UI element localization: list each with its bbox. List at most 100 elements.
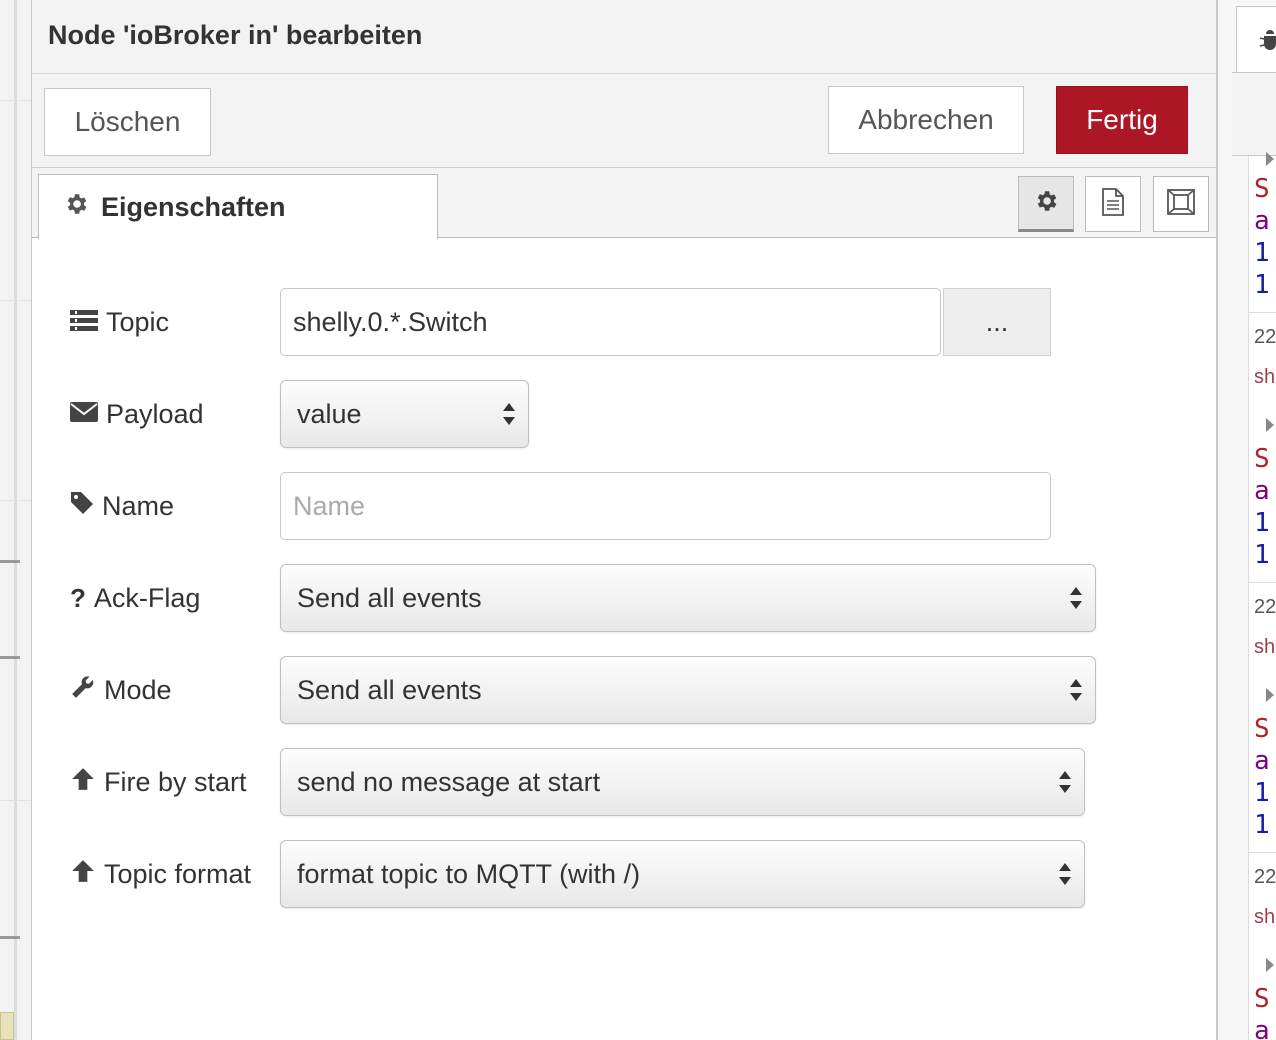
sidebar-toolbar	[1232, 72, 1276, 156]
name-field[interactable]	[280, 472, 1051, 540]
list-icon	[70, 307, 98, 338]
log-separator	[1248, 852, 1276, 853]
tab-properties[interactable]: Eigenschaften	[38, 174, 438, 239]
expand-triangle-icon[interactable]	[1266, 958, 1274, 972]
log-fragment: 22	[1254, 866, 1276, 888]
log-fragment: S	[1254, 444, 1270, 474]
fire-by-start-label: Fire by start	[70, 748, 247, 816]
appearance-tab-button[interactable]	[1153, 176, 1209, 232]
topic-row: Topic ...	[32, 288, 1218, 356]
log-fragment: 1	[1254, 540, 1270, 570]
gear-icon	[63, 191, 89, 224]
sidebar-tab[interactable]	[1236, 6, 1276, 72]
expand-triangle-icon[interactable]	[1266, 152, 1274, 166]
tray-title: Node 'ioBroker in' bearbeiten	[48, 20, 423, 50]
log-separator	[1248, 582, 1276, 583]
log-fragment: 1	[1254, 270, 1270, 300]
ack-flag-select-value: Send all events	[297, 582, 482, 613]
payload-label: Payload	[70, 380, 204, 448]
tab-properties-label: Eigenschaften	[101, 191, 286, 222]
tag-icon	[70, 491, 94, 522]
gear-icon	[1033, 188, 1059, 219]
workspace-edge	[14, 0, 17, 1040]
debug-sidebar: Sa 1 1 22 sh Sa 1 1 22 sh Sa 1 1 22 sh Sa	[1218, 0, 1276, 1040]
log-fragment: sh	[1254, 906, 1276, 928]
topic-format-select[interactable]: format topic to MQTT (with /)	[280, 840, 1085, 908]
ack-flag-row: ? Ack-Flag Send all events	[32, 564, 1218, 632]
tray-header: Node 'ioBroker in' bearbeiten	[32, 0, 1216, 74]
mode-select-value: Send all events	[297, 674, 482, 705]
topic-field[interactable]	[280, 288, 941, 356]
wrench-icon	[70, 674, 96, 707]
question-icon: ?	[70, 582, 86, 613]
grid-line	[0, 800, 31, 801]
log-fragment: 1	[1254, 508, 1270, 538]
flow-wire	[0, 656, 20, 659]
workspace-canvas[interactable]	[0, 0, 32, 1040]
grid-line	[0, 300, 31, 301]
ack-flag-label: ? Ack-Flag	[70, 564, 200, 632]
grid-line	[0, 100, 31, 101]
frame-icon	[1165, 187, 1197, 222]
topic-format-label-text: Topic format	[104, 858, 252, 889]
log-fragment: 22	[1254, 596, 1276, 618]
grid-line	[0, 500, 31, 501]
log-fragment: sh	[1254, 366, 1276, 388]
topic-label-text: Topic	[106, 306, 170, 337]
name-label: Name	[70, 472, 174, 540]
payload-select[interactable]: value	[280, 380, 529, 448]
log-fragment: a	[1254, 1016, 1270, 1040]
fire-by-start-row: Fire by start send no message at start	[32, 748, 1218, 816]
select-arrows-icon	[1070, 587, 1082, 609]
name-input[interactable]	[293, 490, 1050, 522]
document-icon	[1100, 187, 1126, 222]
select-arrows-icon	[1059, 771, 1071, 793]
log-fragment: S	[1254, 984, 1270, 1014]
expand-triangle-icon[interactable]	[1266, 418, 1274, 432]
flow-wire	[0, 936, 20, 939]
edit-tray: Node 'ioBroker in' bearbeiten Löschen Ab…	[32, 0, 1218, 1040]
topic-format-select-value: format topic to MQTT (with /)	[297, 858, 641, 889]
topic-picker-button[interactable]: ...	[943, 288, 1051, 356]
tray-toolbar: Löschen Abbrechen Fertig	[32, 74, 1216, 168]
bug-icon	[1259, 27, 1276, 58]
payload-select-value: value	[297, 398, 362, 429]
ack-flag-label-text: Ack-Flag	[93, 582, 201, 613]
log-fragment: 1	[1254, 238, 1270, 268]
log-fragment: a	[1254, 746, 1270, 776]
payload-row: Payload value	[32, 380, 1218, 448]
flow-node[interactable]	[0, 1012, 14, 1040]
properties-tab-button[interactable]	[1018, 176, 1074, 232]
log-fragment: S	[1254, 174, 1270, 204]
arrow-up-icon	[70, 766, 96, 799]
ack-flag-select[interactable]: Send all events	[280, 564, 1096, 632]
log-fragment: S	[1254, 714, 1270, 744]
mode-select[interactable]: Send all events	[280, 656, 1096, 724]
fire-by-start-select[interactable]: send no message at start	[280, 748, 1085, 816]
expand-triangle-icon[interactable]	[1266, 688, 1274, 702]
topic-input[interactable]	[293, 306, 940, 338]
tab-bar: Eigenschaften	[32, 168, 1216, 239]
select-arrows-icon	[503, 403, 515, 425]
log-fragment: sh	[1254, 636, 1276, 658]
name-row: Name	[32, 472, 1218, 540]
name-label-text: Name	[102, 490, 175, 521]
arrow-up-icon	[70, 858, 96, 891]
envelope-icon	[70, 399, 98, 430]
flow-wire	[0, 560, 20, 563]
mode-label-text: Mode	[104, 674, 172, 705]
fire-by-start-label-text: Fire by start	[104, 766, 247, 797]
log-fragment: a	[1254, 476, 1270, 506]
topic-format-label: Topic format	[70, 840, 251, 908]
log-fragment: 22	[1254, 326, 1276, 348]
log-fragment: a	[1254, 206, 1270, 236]
delete-button[interactable]: Löschen	[44, 88, 211, 156]
log-separator	[1248, 312, 1276, 313]
topic-label: Topic	[70, 288, 169, 356]
fire-by-start-select-value: send no message at start	[297, 766, 601, 797]
done-button[interactable]: Fertig	[1056, 86, 1188, 154]
cancel-button[interactable]: Abbrechen	[828, 86, 1024, 154]
mode-row: Mode Send all events	[32, 656, 1218, 724]
description-tab-button[interactable]	[1085, 176, 1141, 232]
select-arrows-icon	[1059, 863, 1071, 885]
